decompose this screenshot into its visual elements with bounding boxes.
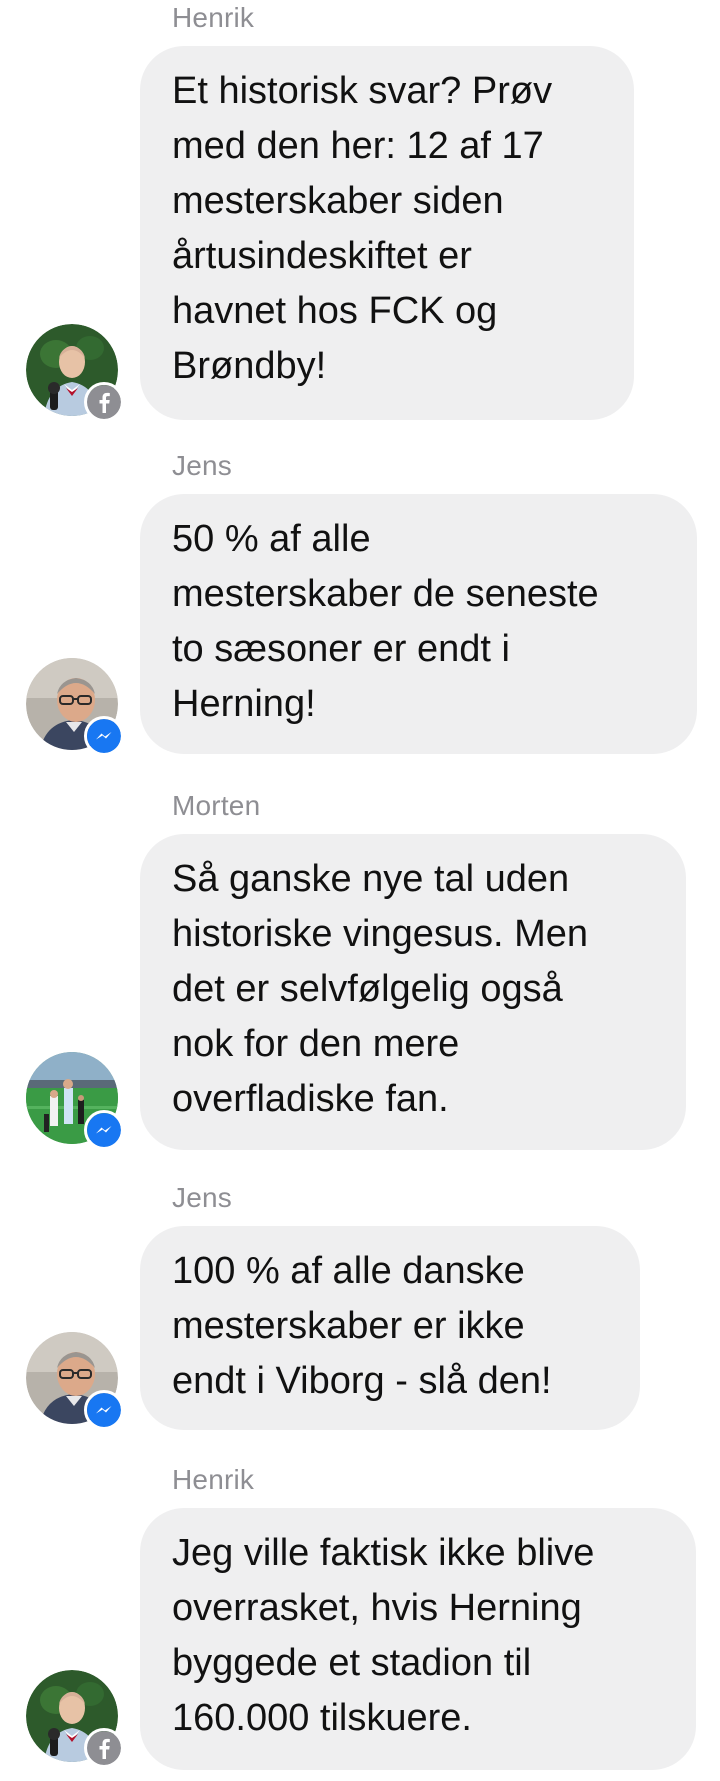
message-line: Herning! <box>172 683 316 725</box>
message-line: Så ganske nye tal uden <box>172 858 570 900</box>
avatar[interactable] <box>26 1332 124 1430</box>
message-group: Jens 100 % af alle danske mesterskaber e… <box>0 1180 720 1430</box>
message-thread: Henrik Et historisk svar? Prøv med den h… <box>0 0 720 1781</box>
message-line: 100 % af alle danske <box>172 1250 525 1292</box>
avatar[interactable] <box>26 1052 124 1150</box>
message-line: det er selvfølgelig også <box>172 968 563 1010</box>
message-line: Jeg ville faktisk ikke blive <box>172 1532 595 1574</box>
message-bubble[interactable]: Et historisk svar? Prøv med den her: 12 … <box>140 46 634 420</box>
facebook-badge-icon <box>84 382 124 422</box>
sender-name: Morten <box>172 790 261 821</box>
message-bubble[interactable]: Så ganske nye tal uden historiske vinges… <box>140 834 686 1150</box>
sender-name: Henrik <box>172 1464 255 1495</box>
avatar[interactable] <box>26 1670 124 1768</box>
message-group: Henrik Et historisk svar? Prøv med den h… <box>0 0 720 422</box>
message-line: mesterskaber siden <box>172 180 504 222</box>
message-line: byggede et stadion til <box>172 1642 532 1684</box>
message-line: mesterskaber er ikke <box>172 1305 525 1347</box>
message-group: Morten Så ganske nye tal uden historiske… <box>0 788 720 1150</box>
facebook-badge-icon <box>84 1728 124 1768</box>
message-line: havnet hos FCK og <box>172 290 498 332</box>
messenger-badge-icon <box>84 716 124 756</box>
message-line: overrasket, hvis Herning <box>172 1587 582 1629</box>
messenger-badge-icon <box>84 1390 124 1430</box>
message-line: Et historisk svar? Prøv <box>172 70 553 112</box>
sender-name: Henrik <box>172 2 255 33</box>
sender-name: Jens <box>172 1182 232 1213</box>
message-bubble[interactable]: 100 % af alle danske mesterskaber er ikk… <box>140 1226 640 1430</box>
avatar[interactable] <box>26 324 124 422</box>
message-line: årtusindeskiftet er <box>172 235 472 277</box>
message-bubble[interactable]: 50 % af alle mesterskaber de seneste to … <box>140 494 697 754</box>
message-line: med den her: 12 af 17 <box>172 125 544 167</box>
message-group: Henrik Jeg ville faktisk ikke blive over… <box>0 1462 720 1781</box>
message-line: overfladiske fan. <box>172 1078 449 1120</box>
message-line: 160.000 tilskuere. <box>172 1697 472 1739</box>
avatar[interactable] <box>26 658 124 756</box>
message-line: 50 % af alle <box>172 518 371 560</box>
message-line: to sæsoner er endt i <box>172 628 510 670</box>
message-line: Brøndby! <box>172 345 327 387</box>
message-group: Jens 50 % af alle mesterskaber de senest… <box>0 448 720 756</box>
message-line: nok for den mere <box>172 1023 460 1065</box>
message-bubble[interactable]: Jeg ville faktisk ikke blive overrasket,… <box>140 1508 696 1770</box>
messenger-badge-icon <box>84 1110 124 1150</box>
message-line: mesterskaber de seneste <box>172 573 599 615</box>
sender-name: Jens <box>172 450 232 481</box>
message-line: historiske vingesus. Men <box>172 913 589 955</box>
message-line: endt i Viborg - slå den! <box>172 1360 552 1402</box>
